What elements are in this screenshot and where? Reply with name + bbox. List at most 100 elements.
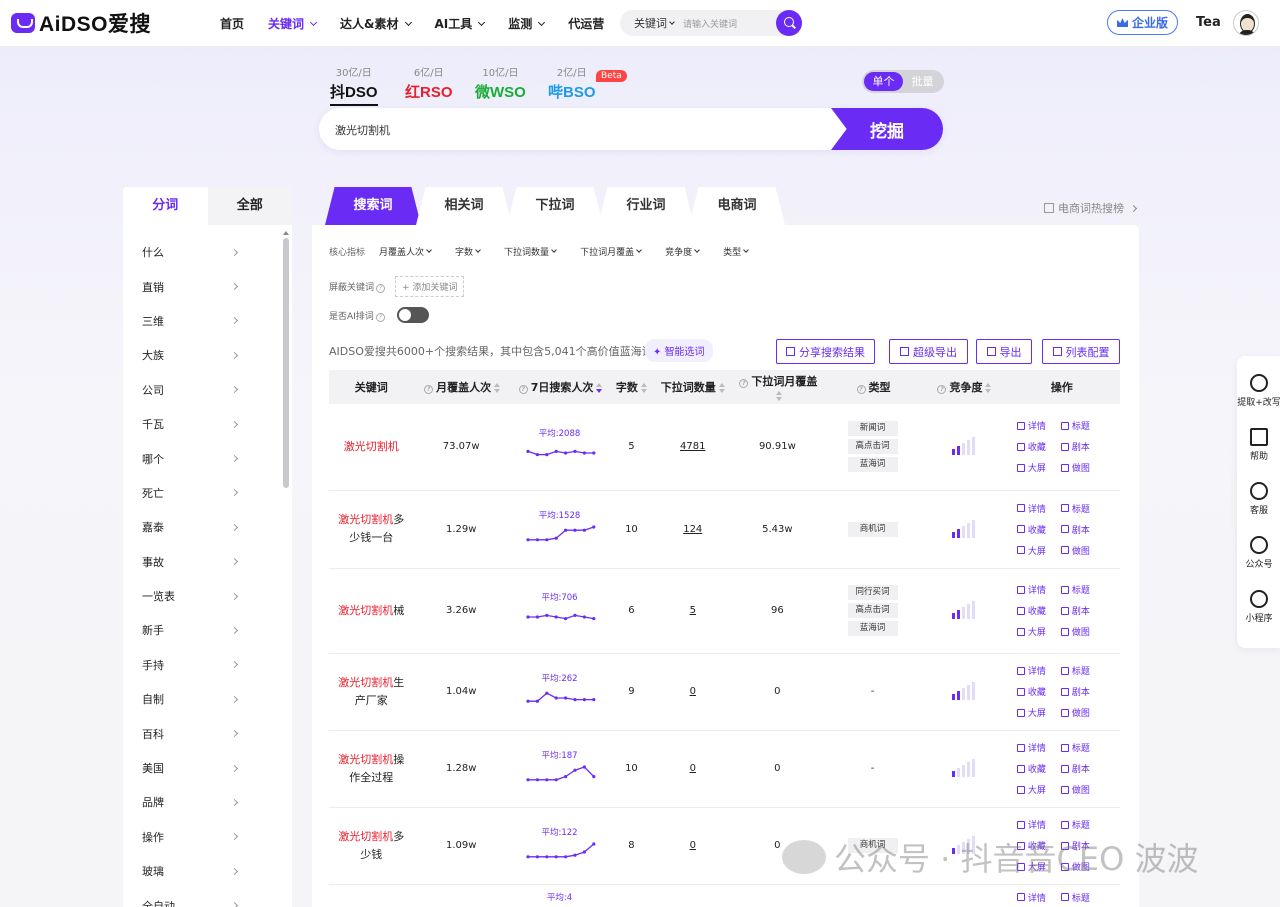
filter-option[interactable]: 下拉词数量 [504,245,557,258]
tab-keyword-1[interactable]: 相关词 [416,187,512,225]
help-icon[interactable]: ? [937,385,947,394]
mode-batch[interactable]: 批量 [903,72,942,91]
keyword-link[interactable]: 激光切割机多少钱一台 [333,511,409,547]
side-item-3[interactable]: 公众号 [1233,536,1280,570]
help-icon[interactable]: ? [518,385,528,394]
logo[interactable]: AiDSO爱搜 [11,11,151,36]
tab-keyword-0[interactable]: 搜索词 [325,187,421,225]
op-1[interactable]: 标题 [1060,741,1103,754]
segment-item[interactable]: 新手 [123,613,283,647]
search-icon[interactable] [776,10,802,36]
search-input[interactable]: 请输入关键词 [683,17,737,30]
filter-option[interactable]: 月覆盖人次 [379,245,432,258]
column-header[interactable]: ? 7日搜索人次 [508,370,611,404]
main-search[interactable]: 激光切割机 挖掘 [319,108,943,150]
op-5[interactable]: 做图 [1060,706,1103,719]
op-0[interactable]: 详情 [1016,741,1059,754]
mode-switch[interactable]: 单个 批量 [862,70,944,93]
segment-item[interactable]: 美国 [123,751,283,785]
nav-item-0[interactable]: 首页 [220,15,244,32]
help-icon[interactable]: ? [856,385,866,394]
op-1[interactable]: 标题 [1060,664,1103,677]
action-button-1[interactable]: 超级导出 [889,339,968,364]
sort-icon[interactable] [775,390,782,401]
side-item-2[interactable]: 客服 [1233,482,1280,516]
help-icon[interactable]: ? [376,284,386,293]
nav-item-1[interactable]: 关键词 [268,15,318,32]
op-5[interactable]: 做图 [1060,461,1103,474]
sort-icon[interactable] [494,383,501,393]
avatar[interactable] [1233,10,1259,36]
help-icon[interactable]: ? [375,312,385,322]
scroll-up-icon[interactable] [283,231,289,235]
op-0[interactable]: 详情 [1016,419,1059,432]
op-4[interactable]: 大屏 [1016,461,1059,474]
trend-sparkline[interactable]: 平均:187 [520,749,600,789]
side-item-4[interactable]: 小程序 [1233,590,1280,624]
action-button-2[interactable]: 导出 [976,339,1032,364]
nav-item-2[interactable]: 达人&素材 [340,15,412,32]
tab-keyword-3[interactable]: 行业词 [598,187,694,225]
tab-keyword-2[interactable]: 下拉词 [507,187,603,225]
user-name[interactable]: Tea [1196,15,1221,30]
segment-item[interactable]: 什么 [123,235,283,269]
dropdown-count-link[interactable]: 124 [683,524,702,535]
op-5[interactable]: 做图 [1060,625,1103,638]
segment-item[interactable]: 哪个 [123,441,283,475]
trend-sparkline[interactable]: 平均:122 [520,826,600,866]
op-1[interactable]: 标题 [1060,583,1103,596]
add-keyword-button[interactable]: + 添加关键词 [395,276,465,297]
segment-item[interactable]: 嘉泰 [123,510,283,544]
op-4[interactable]: 大屏 [1016,544,1059,557]
op-1[interactable]: 标题 [1060,502,1103,515]
keyword-link[interactable]: 激光切割机多少钱 [333,828,409,864]
op-4[interactable]: 大屏 [1016,783,1059,796]
segment-item[interactable]: 自制 [123,682,283,716]
segment-item[interactable]: 操作 [123,820,283,854]
enterprise-button[interactable]: 企业版 [1107,10,1178,35]
op-3[interactable]: 剧本 [1060,440,1103,453]
column-header[interactable]: ? 下拉词月覆盖 [732,370,822,404]
main-search-input[interactable]: 激光切割机 [335,122,390,138]
ai-rank-toggle[interactable] [396,307,429,323]
top-search[interactable]: 关键词 请输入关键词 [620,10,802,36]
help-icon[interactable]: ? [739,378,749,388]
op-3[interactable]: 剧本 [1060,604,1103,617]
op-2[interactable]: 收藏 [1016,523,1059,536]
op-3[interactable]: 剧本 [1060,523,1103,536]
column-header[interactable]: 操作 [1003,370,1120,404]
segment-item[interactable]: 百科 [123,716,283,750]
op-0[interactable]: 详情 [1016,583,1059,596]
smart-select-button[interactable]: ✦ 智能选词 [645,339,713,362]
segment-item[interactable]: 直销 [123,269,283,303]
segment-scrollbar[interactable] [283,238,289,488]
op-2[interactable]: 收藏 [1016,440,1059,453]
op-4[interactable]: 大屏 [1016,706,1059,719]
nav-item-3[interactable]: AI工具 [435,15,486,32]
tab-segment[interactable]: 分词 [123,187,208,225]
side-item-1[interactable]: 帮助 [1233,428,1280,462]
platform-tab-1[interactable]: 6亿/日 红RSO [405,64,453,102]
filter-option[interactable]: 字数 [455,245,481,258]
sort-icon[interactable] [985,383,992,393]
segment-item[interactable]: 事故 [123,545,283,579]
tab-keyword-4[interactable]: 电商词 [689,187,785,225]
column-header[interactable]: ? 竞争度 [923,370,1004,404]
hot-rank-link[interactable]: 电商词热搜榜 [1044,200,1138,216]
op-0[interactable]: 详情 [1016,891,1059,904]
dropdown-count-link[interactable]: 0 [690,686,696,697]
segment-item[interactable]: 全自动 [123,888,283,907]
op-2[interactable]: 收藏 [1016,762,1059,775]
op-1[interactable]: 标题 [1060,419,1103,432]
filter-option[interactable]: 竞争度 [665,245,700,258]
platform-tab-0[interactable]: 30亿/日 抖DSO [330,64,378,106]
column-header[interactable]: ? 类型 [821,370,924,404]
trend-sparkline[interactable]: 平均:262 [520,672,600,712]
dropdown-count-link[interactable]: 5 [690,605,696,616]
keyword-link[interactable]: 激光切割机生产厂家 [333,674,409,710]
keyword-link[interactable]: 激光切割机 [333,438,409,456]
segment-item[interactable]: 公司 [123,373,283,407]
segment-item[interactable]: 一览表 [123,579,283,613]
search-type-select[interactable]: 关键词 [620,15,675,31]
filter-option[interactable]: 类型 [723,245,749,258]
